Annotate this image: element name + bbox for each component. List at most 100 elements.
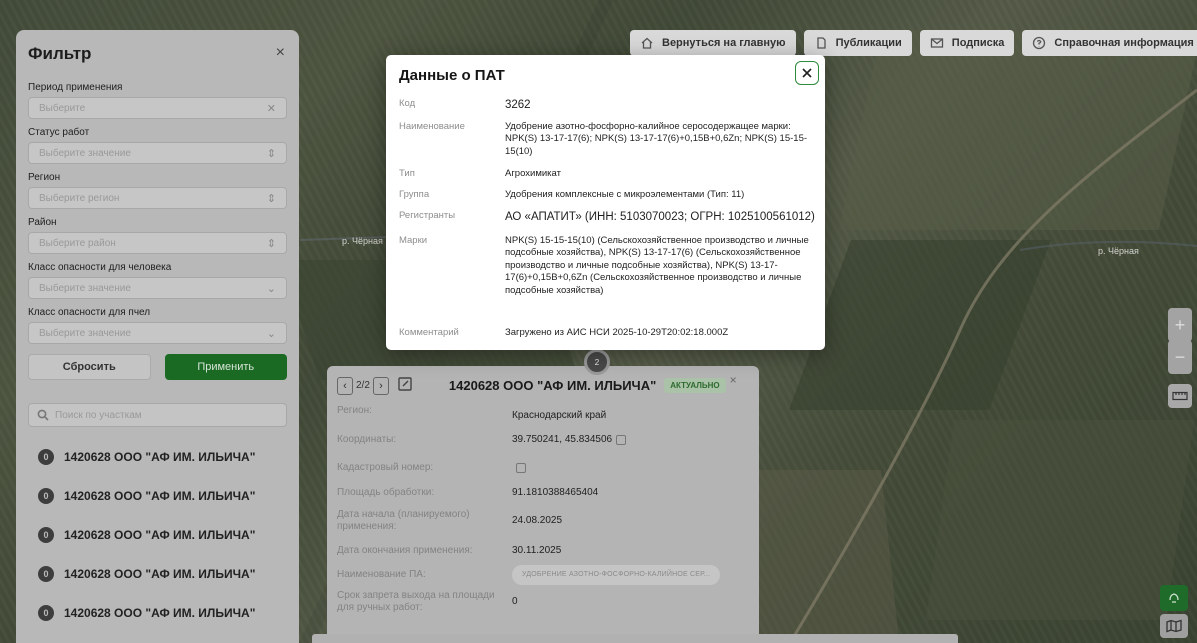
- card-row-cadastre: Кадастровый номер:: [327, 453, 759, 483]
- top-navigation: Вернуться на главную Публикации Подписка…: [630, 30, 1197, 56]
- bottom-panel-edge: [312, 634, 958, 643]
- human-hazard-label: Класс опасности для человека: [28, 262, 172, 273]
- copy-icon[interactable]: [516, 463, 526, 473]
- card-row-end-date: Дата окончания применения: 30.11.2025: [327, 539, 759, 563]
- prev-button[interactable]: ‹: [337, 376, 353, 395]
- next-button[interactable]: ›: [372, 376, 389, 395]
- map-cluster-marker[interactable]: 2: [584, 349, 610, 375]
- plot-count-badge: 0: [38, 448, 54, 465]
- apply-button[interactable]: Применить: [164, 354, 287, 380]
- bee-hazard-select[interactable]: Выберите значение ⌄: [28, 322, 287, 344]
- modal-row-group: Группа Удобрения комплексные с микроэлем…: [399, 189, 819, 201]
- district-select[interactable]: Выберите район ⇕: [28, 232, 287, 254]
- layers-button[interactable]: [1160, 585, 1188, 611]
- help-button-label: Справочная информация: [1054, 37, 1194, 49]
- home-button[interactable]: Вернуться на главную: [630, 30, 796, 56]
- card-row-coordinates: Координаты: 39.750241, 45.834506: [327, 427, 759, 453]
- close-icon: [802, 68, 812, 78]
- status-badge: АКТУАЛЬНО: [664, 378, 726, 393]
- plot-list: 0 1420628 ООО "АФ ИМ. ИЛЬИЧА" 0 1420628 …: [28, 437, 287, 632]
- mail-icon: [930, 38, 943, 48]
- publications-button[interactable]: Публикации: [803, 30, 912, 56]
- plot-info-card: ‹ 2/2 › 1420628 ООО "АФ ИМ. ИЛЬИЧА" АКТУ…: [327, 366, 759, 643]
- card-row-pa-name: Наименование ПА: УДОБРЕНИЕ АЗОТНО-ФОСФОР…: [327, 563, 759, 587]
- card-key: Координаты:: [337, 434, 397, 445]
- modal-key: Регистранты: [399, 210, 456, 221]
- modal-value: Удобрения комплексные с микроэлементами …: [505, 189, 745, 200]
- card-key: Площадь обработки:: [337, 487, 435, 498]
- home-icon: [641, 37, 653, 49]
- card-value: 30.11.2025: [512, 545, 562, 556]
- plot-count-badge: 0: [38, 487, 54, 504]
- map-view-button[interactable]: [1160, 614, 1188, 638]
- list-item[interactable]: 0 1420628 ООО "АФ ИМ. ИЛЬИЧА": [28, 515, 287, 554]
- list-item[interactable]: 0 1420628 ООО "АФ ИМ. ИЛЬИЧА": [28, 437, 287, 476]
- plot-count-badge: 0: [38, 526, 54, 543]
- human-hazard-select[interactable]: Выберите значение ⌄: [28, 277, 287, 299]
- card-key: Кадастровый номер:: [337, 462, 434, 473]
- pa-name-chip[interactable]: УДОБРЕНИЕ АЗОТНО-ФОСФОРНО-КАЛИЙНОЕ СЕР..…: [512, 565, 721, 585]
- plot-search-input[interactable]: Поиск по участкам: [28, 403, 287, 427]
- plot-count-badge: 0: [38, 565, 54, 582]
- card-row-area: Площадь обработки: 91.1810388465404: [327, 483, 759, 503]
- period-select[interactable]: Выберите ✕: [28, 97, 287, 119]
- reset-button[interactable]: Сбросить: [28, 354, 151, 380]
- card-key: Дата начала (планируемого) применения:: [337, 509, 470, 532]
- clear-icon[interactable]: ✕: [267, 102, 276, 115]
- list-item-label: 1420628 ООО "АФ ИМ. ИЛЬИЧА": [64, 527, 256, 542]
- chevron-down-icon: ⌄: [266, 282, 276, 295]
- pa-name-value-wrap: УДОБРЕНИЕ АЗОТНО-ФОСФОРНО-КАЛИЙНОЕ СЕР..…: [512, 565, 749, 585]
- subscription-button[interactable]: Подписка: [919, 30, 1015, 56]
- modal-key: Группа: [399, 189, 430, 200]
- home-button-label: Вернуться на главную: [662, 37, 786, 49]
- list-item-label: 1420628 ООО "АФ ИМ. ИЛЬИЧА": [64, 605, 256, 620]
- list-item[interactable]: 0 1420628 ООО "АФ ИМ. ИЛЬИЧА": [28, 593, 287, 632]
- modal-row-brands: Марки NPK(S) 15-15-15(10) (Сельскохозяйс…: [399, 235, 819, 297]
- modal-key: Комментарий: [399, 327, 459, 338]
- region-select[interactable]: Выберите регион ⇕: [28, 187, 287, 209]
- card-value: 0: [512, 596, 518, 607]
- plot-count-badge: 0: [38, 604, 54, 621]
- modal-value: Загружено из АИС НСИ 2025-10-29T20:02:18…: [505, 327, 729, 338]
- help-button[interactable]: Справочная информация: [1022, 30, 1197, 56]
- card-value: 24.08.2025: [512, 515, 563, 526]
- filter-panel: Фильтр × Период применения Выберите ✕ Ст…: [16, 30, 299, 643]
- modal-row-name: Наименование Удобрение азотно-фосфорно-к…: [399, 121, 819, 158]
- river-label: р. Чёрная: [1098, 246, 1139, 256]
- edit-icon[interactable]: [397, 376, 413, 395]
- modal-key: Тип: [399, 168, 415, 179]
- filter-close-button[interactable]: ×: [276, 44, 285, 62]
- region-placeholder: Выберите регион: [39, 192, 120, 204]
- card-value: 39.750241, 45.834506: [512, 434, 613, 445]
- status-select[interactable]: Выберите значение ⇕: [28, 142, 287, 164]
- card-row-start-date: Дата начала (планируемого) применения: 2…: [327, 503, 759, 539]
- list-item-label: 1420628 ООО "АФ ИМ. ИЛЬИЧА": [64, 488, 256, 503]
- modal-title: Данные о ПАТ: [399, 67, 505, 84]
- card-key: Наименование ПА:: [337, 569, 426, 580]
- coordinates-value-wrap: 39.750241, 45.834506: [512, 434, 749, 446]
- river-label: р. Чёрная: [342, 236, 383, 246]
- cadastre-value-wrap: [512, 463, 749, 473]
- zoom-in-button[interactable]: +: [1168, 308, 1192, 342]
- card-row-region: Регион: Краснодарский край: [327, 405, 759, 427]
- ruler-button[interactable]: [1168, 384, 1192, 408]
- copy-icon[interactable]: [616, 435, 627, 445]
- modal-value: Удобрение азотно-фосфорно-калийное серос…: [505, 121, 808, 157]
- card-close-button[interactable]: ×: [730, 373, 737, 387]
- modal-close-button[interactable]: [795, 61, 819, 85]
- modal-value: 3262: [505, 99, 531, 111]
- period-placeholder: Выберите: [39, 102, 86, 114]
- updown-icon: ⇕: [266, 147, 276, 160]
- list-item-label: 1420628 ООО "АФ ИМ. ИЛЬИЧА": [64, 566, 256, 581]
- pager-count: 2/2: [356, 380, 370, 391]
- list-item[interactable]: 0 1420628 ООО "АФ ИМ. ИЛЬИЧА": [28, 554, 287, 593]
- modal-value: Агрохимикат: [505, 168, 561, 179]
- modal-key: Марки: [399, 235, 428, 246]
- list-item[interactable]: 0 1420628 ООО "АФ ИМ. ИЛЬИЧА": [28, 476, 287, 515]
- layers-icon: [1169, 593, 1179, 603]
- help-icon: [1033, 36, 1046, 50]
- zoom-out-button[interactable]: −: [1168, 340, 1192, 374]
- card-title: 1420628 ООО "АФ ИМ. ИЛЬИЧА": [448, 378, 657, 393]
- card-value: 91.1810388465404: [512, 487, 599, 498]
- card-key: Регион:: [337, 405, 372, 416]
